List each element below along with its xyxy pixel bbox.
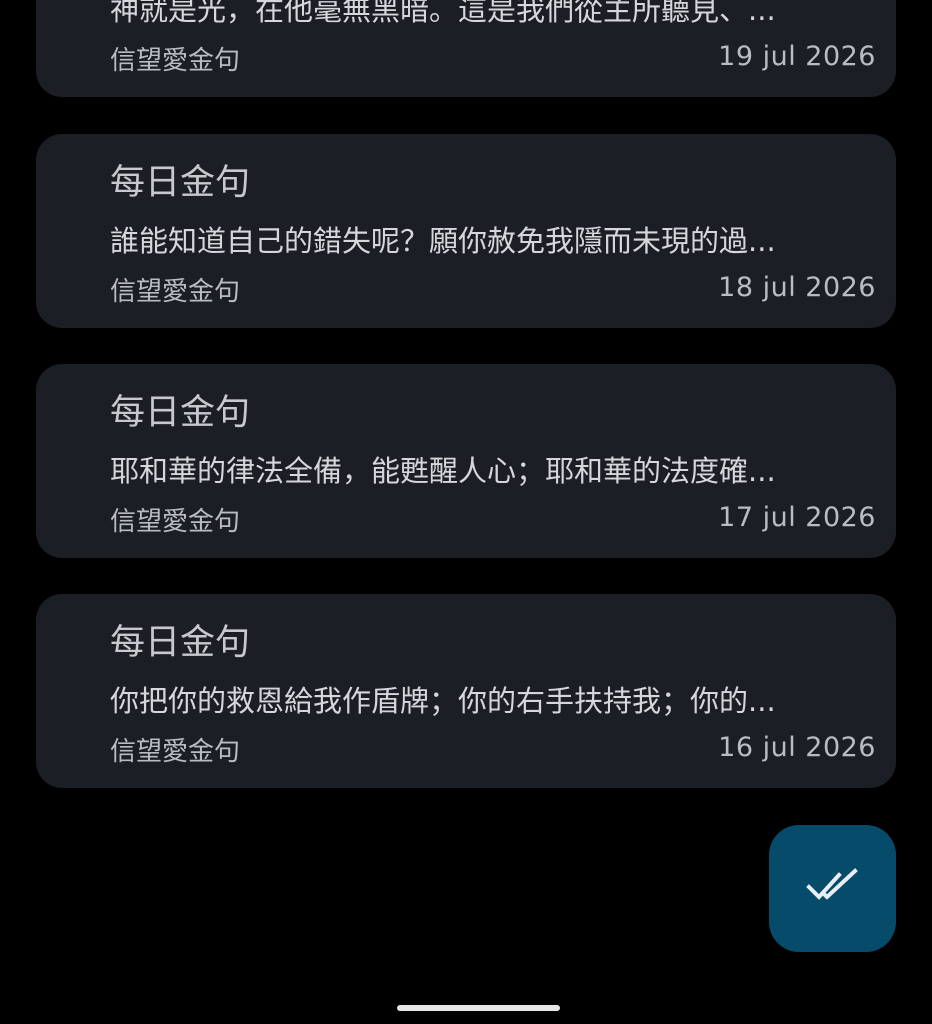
notification-title: 每日金句 xyxy=(110,623,251,663)
notification-title: 每日金句 xyxy=(110,163,251,203)
notification-date: 19 jul 2026 xyxy=(718,41,876,72)
notification-app-name: 信望愛金句 xyxy=(110,277,241,307)
double-check-icon xyxy=(805,867,858,900)
notification-body: 神就是光，在他毫無黑暗。這是我們從主所聽見、... xyxy=(110,0,776,27)
notification-card[interactable]: 每日金句 耶和華的律法全備，能甦醒人心；耶和華的法度確... 信望愛金句 17 … xyxy=(36,364,896,558)
notification-title: 每日金句 xyxy=(110,393,251,433)
mark-all-read-button[interactable] xyxy=(769,825,896,952)
notification-card[interactable]: 神就是光，在他毫無黑暗。這是我們從主所聽見、... 信望愛金句 19 jul 2… xyxy=(36,0,896,97)
notification-body: 耶和華的律法全備，能甦醒人心；耶和華的法度確... xyxy=(110,454,776,488)
notification-date: 16 jul 2026 xyxy=(718,732,876,763)
notification-card[interactable]: 每日金句 你把你的救恩給我作盾牌；你的右手扶持我；你的... 信望愛金句 16 … xyxy=(36,594,896,788)
notification-history-screen: 神就是光，在他毫無黑暗。這是我們從主所聽見、... 信望愛金句 19 jul 2… xyxy=(0,0,932,1024)
notification-card[interactable]: 每日金句 誰能知道自己的錯失呢？願你赦免我隱而未現的過... 信望愛金句 18 … xyxy=(36,134,896,328)
notification-date: 18 jul 2026 xyxy=(718,272,876,303)
notification-body: 你把你的救恩給我作盾牌；你的右手扶持我；你的... xyxy=(110,684,776,718)
notification-date: 17 jul 2026 xyxy=(718,502,876,533)
home-indicator[interactable] xyxy=(397,1005,560,1011)
notification-app-name: 信望愛金句 xyxy=(110,507,241,537)
notification-app-name: 信望愛金句 xyxy=(110,737,241,767)
notification-app-name: 信望愛金句 xyxy=(110,46,241,76)
notification-body: 誰能知道自己的錯失呢？願你赦免我隱而未現的過... xyxy=(110,224,776,258)
